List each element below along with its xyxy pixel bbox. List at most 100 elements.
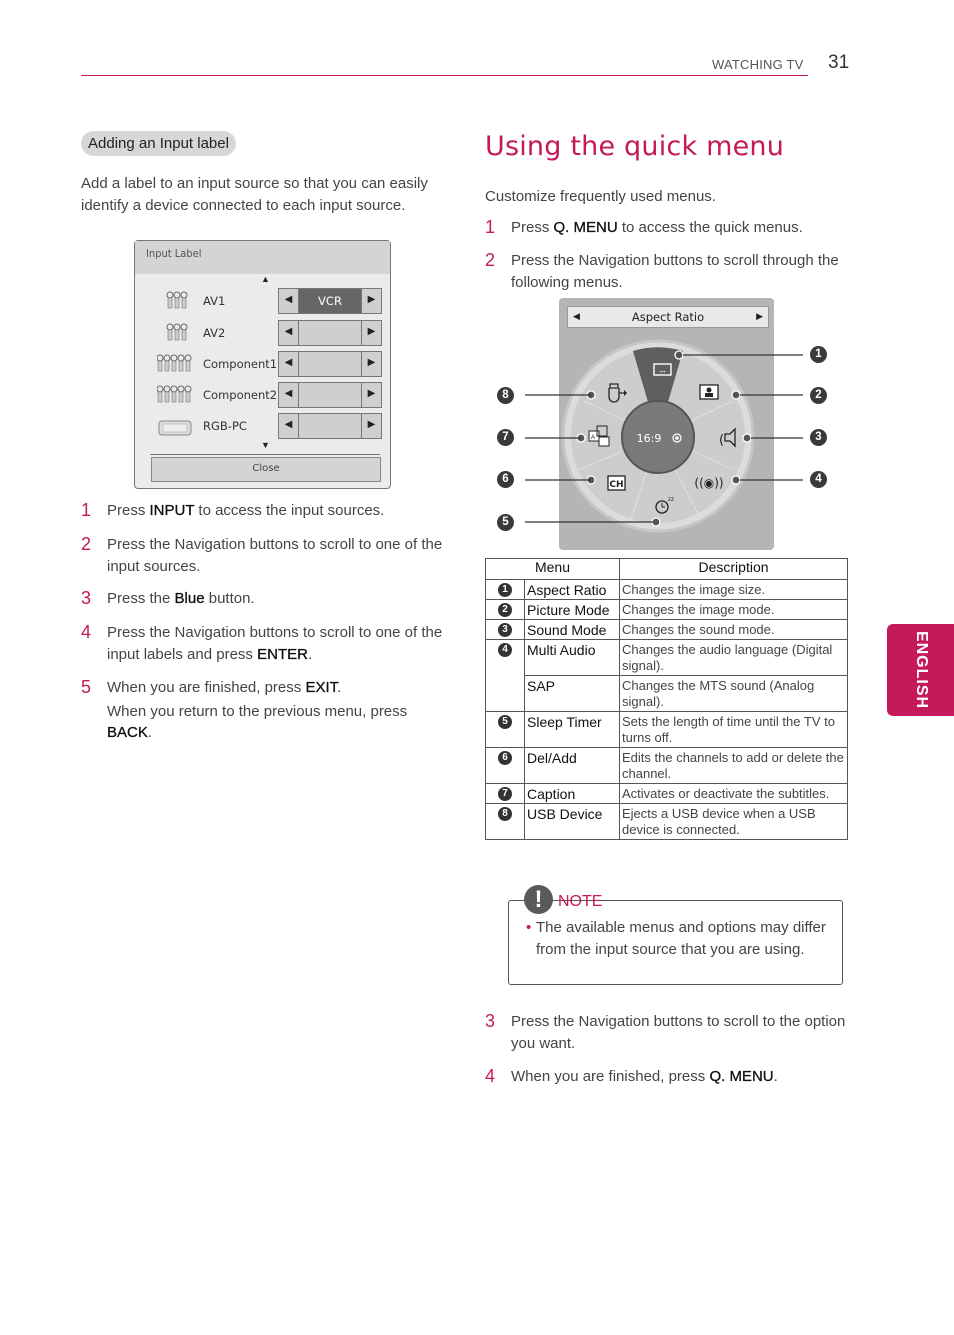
scroll-down-arrow[interactable]: ▼	[261, 440, 270, 450]
scroll-up-arrow[interactable]: ▲	[261, 274, 270, 284]
table-row: 7 Caption Activates or deactivate the subt…	[485, 783, 848, 804]
arrow-right-icon[interactable]: ▶	[361, 383, 381, 407]
arrow-right-icon[interactable]: ▶	[361, 321, 381, 345]
input-row[interactable]: Component2 ◀ ▶	[135, 382, 390, 410]
header-rule	[81, 75, 808, 76]
input-row[interactable]: AV1 ◀ VCR ▶	[135, 288, 390, 316]
label-selector[interactable]: ◀ VCR ▶	[278, 288, 382, 314]
input-name: RGB-PC	[203, 419, 247, 433]
dialog-separator	[150, 454, 380, 455]
page-number: 31	[828, 52, 850, 73]
row-number: 8	[485, 803, 525, 840]
menu-description: Ejects a USB device when a USB device is…	[619, 803, 848, 840]
key-blue: Blue	[174, 590, 205, 607]
row-number: 3	[485, 619, 525, 640]
row-number: 6	[485, 747, 525, 784]
language-tab: ENGLISH	[887, 624, 954, 716]
callout-3: 3	[810, 429, 827, 446]
menu-name: Sleep Timer	[524, 711, 620, 748]
header-description: Description	[619, 558, 848, 580]
callout-leaders	[525, 354, 803, 523]
callout-7: 7	[497, 429, 514, 446]
menu-name: Aspect Ratio	[524, 579, 620, 600]
row-number: 7	[485, 783, 525, 804]
input-row[interactable]: AV2 ◀ ▶	[135, 320, 390, 348]
menu-name: USB Device	[524, 803, 620, 840]
callout-1: 1	[810, 346, 827, 363]
label-selector[interactable]: ◀ ▶	[278, 351, 382, 377]
table-row: 4 Multi Audio Changes the audio language (…	[485, 639, 848, 712]
label-selector[interactable]: ◀ ▶	[278, 413, 382, 439]
dialog-title: Input Label	[135, 241, 390, 274]
av-connector-icon	[166, 291, 188, 309]
menu-name: Del/Add	[524, 747, 620, 784]
menu-description: Sets the length of time until the TV to …	[619, 711, 848, 748]
key-enter: ENTER	[257, 645, 308, 663]
close-button[interactable]: Close	[151, 457, 381, 482]
key-qmenu: Q. MENU	[553, 219, 618, 236]
menu-description: Changes the image mode.	[619, 599, 848, 620]
arrow-right-icon[interactable]: ▶	[361, 352, 381, 376]
note-box: ! NOTE • The available menus and options…	[508, 885, 843, 985]
callout-8: 8	[497, 387, 514, 404]
input-name: AV2	[203, 326, 226, 340]
callout-6: 6	[497, 471, 514, 488]
table-row: 8 USB Device Ejects a USB device when a US…	[485, 803, 848, 840]
row-number: 5	[485, 711, 525, 748]
component-connector-icon	[157, 354, 192, 372]
callout-5: 5	[497, 514, 514, 531]
key-input: INPUT	[149, 502, 195, 519]
key-exit: EXIT	[305, 679, 338, 696]
input-name: Component2	[203, 388, 278, 402]
label-value[interactable]	[299, 321, 361, 345]
input-name: Component1	[203, 357, 278, 371]
intro-paragraph: Add a label to an input source so that y…	[81, 175, 428, 214]
row-number: 4	[485, 639, 525, 712]
menu-description: Changes the audio language (Digital sign…	[619, 639, 848, 676]
arrow-left-icon[interactable]: ◀	[279, 289, 299, 313]
header-menu: Menu	[485, 558, 620, 580]
right-intro: Customize frequently used menus.	[485, 188, 716, 205]
arrow-left-icon[interactable]: ◀	[279, 321, 299, 345]
label-value[interactable]	[299, 414, 361, 438]
callout-4: 4	[810, 471, 827, 488]
row-number: 2	[485, 599, 525, 620]
subsection-title: Adding an Input label	[81, 131, 236, 156]
table-row: 6 Del/Add Edits the channels to add or del…	[485, 747, 848, 784]
exclamation-icon: !	[524, 885, 553, 914]
label-value[interactable]	[299, 352, 361, 376]
menu-description: Changes the sound mode.	[619, 619, 848, 640]
table-row: 3 Sound Mode Changes the sound mode.	[485, 619, 848, 640]
label-selector[interactable]: ◀ ▶	[278, 382, 382, 408]
arrow-left-icon[interactable]: ◀	[279, 383, 299, 407]
note-title: NOTE	[558, 893, 603, 910]
table-row: 5 Sleep Timer Sets the length of time unti…	[485, 711, 848, 748]
menu-description: Activates or deactivate the subtitles.	[619, 783, 848, 804]
label-value[interactable]: VCR	[299, 289, 361, 313]
table-row: SAP Changes the MTS sound (Analog signal)…	[486, 675, 848, 712]
table-row: 2 Picture Mode Changes the image mode.	[485, 599, 848, 620]
rgb-pc-connector-icon	[158, 420, 192, 436]
input-row[interactable]: Component1 ◀ ▶	[135, 351, 390, 379]
key-back: BACK	[107, 724, 148, 741]
input-row[interactable]: RGB-PC ◀ ▶	[135, 413, 390, 441]
menu-name: Caption	[524, 783, 620, 804]
menu-name: SAP	[524, 675, 620, 712]
language-tab-label: ENGLISH	[912, 630, 930, 710]
callout-2: 2	[810, 387, 827, 404]
menu-name: Picture Mode	[524, 599, 620, 620]
label-selector[interactable]: ◀ ▶	[278, 320, 382, 346]
arrow-left-icon[interactable]: ◀	[279, 352, 299, 376]
menu-description: Edits the channels to add or delete the …	[619, 747, 848, 784]
arrow-right-icon[interactable]: ▶	[361, 289, 381, 313]
menu-name: Sound Mode	[524, 619, 620, 640]
input-name: AV1	[203, 294, 226, 308]
arrow-right-icon[interactable]: ▶	[361, 414, 381, 438]
section-title: WATCHING TV	[712, 57, 804, 72]
page-title: Using the quick menu	[485, 131, 785, 162]
label-value[interactable]	[299, 383, 361, 407]
arrow-left-icon[interactable]: ◀	[279, 414, 299, 438]
av-connector-icon	[166, 323, 188, 341]
input-label-dialog: Input Label ▲ AV1 ◀ VCR ▶ AV2 ◀ ▶ Component1 ◀ ▶ C…	[134, 240, 391, 489]
key-qmenu-2: Q. MENU	[709, 1068, 774, 1085]
